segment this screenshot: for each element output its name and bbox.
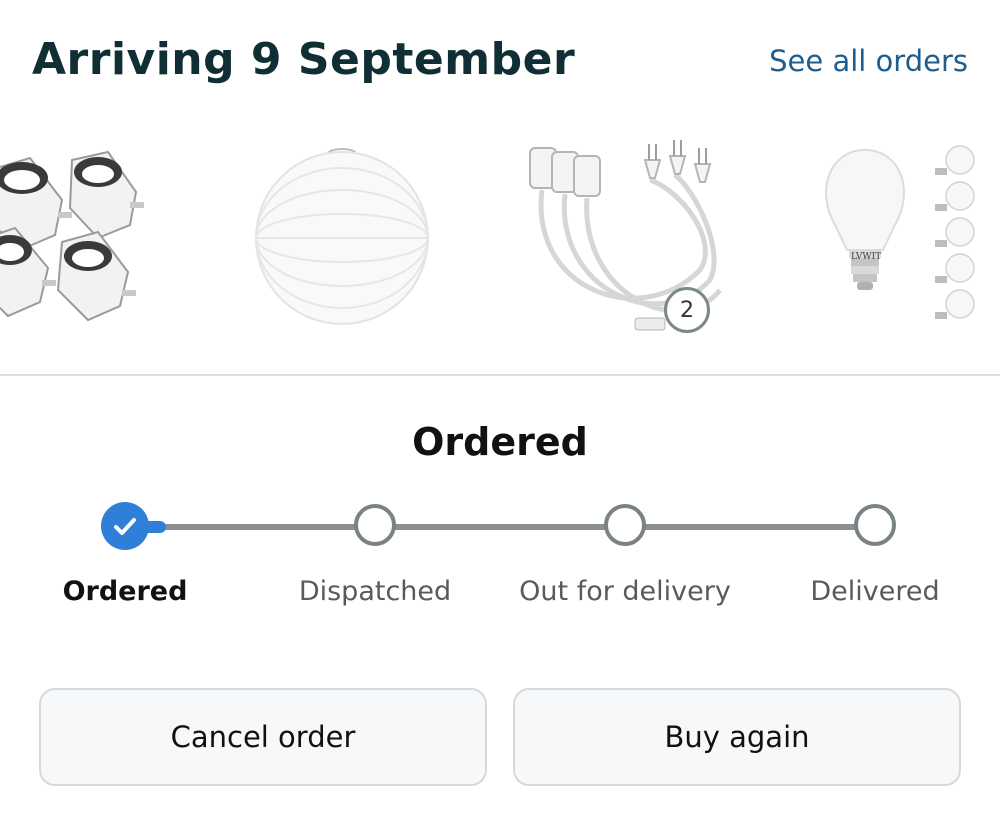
see-all-orders-link[interactable]: See all orders <box>769 44 968 78</box>
product-image-strip: 2 LVWIT <box>0 130 1000 340</box>
bulb-brand-label: LVWIT <box>851 252 882 262</box>
step-dispatched-label: Dispatched <box>298 576 452 607</box>
quantity-badge-text: 2 <box>680 297 694 323</box>
step-ordered-label: Ordered <box>62 576 188 607</box>
step-delivered-node <box>854 504 896 546</box>
step-delivered-label: Delivered <box>810 576 940 607</box>
section-divider <box>0 374 1000 376</box>
product-image-smart-plugs[interactable] <box>0 130 170 340</box>
step-out-for-delivery-node <box>604 504 646 546</box>
step-ordered-node <box>101 502 149 550</box>
step-dispatched-node <box>354 504 396 546</box>
cancel-order-button[interactable]: Cancel order <box>39 688 487 786</box>
progress-track <box>146 524 858 530</box>
delivery-status-heading: Ordered <box>412 420 588 464</box>
step-out-for-delivery-label: Out for delivery <box>519 576 731 607</box>
check-icon <box>114 518 136 535</box>
delivery-progress-tracker: Ordered Dispatched Out for delivery Deli… <box>0 490 1000 610</box>
light-bulb-icon <box>825 145 975 319</box>
product-image-led-bulbs[interactable]: LVWIT <box>815 130 1000 340</box>
quantity-badge: 2 <box>664 287 710 333</box>
paper-lantern-icon <box>255 148 429 325</box>
product-image-paper-lantern[interactable] <box>250 130 440 340</box>
buy-again-button[interactable]: Buy again <box>513 688 961 786</box>
product-image-pendant-cords[interactable]: 2 <box>520 130 730 340</box>
smart-plug-icon <box>0 150 144 322</box>
page-title: Arriving 9 September <box>32 34 576 85</box>
